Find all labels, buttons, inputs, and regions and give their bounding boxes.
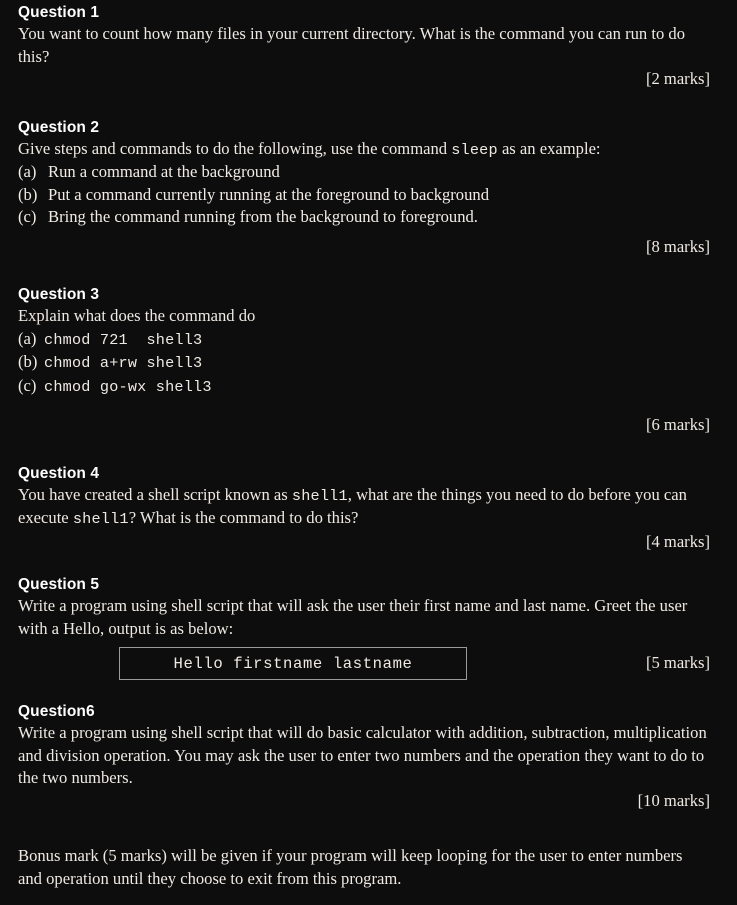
question-2-item-c: (c) Bring the command running from the b… — [18, 206, 710, 229]
spacer-q4-q5 — [0, 553, 737, 575]
question-3-block: Question 3 Explain what does the command… — [0, 285, 737, 398]
item-label: (a) — [18, 162, 37, 181]
exam-paper: Question 1 You want to count how many fi… — [0, 0, 737, 905]
question-6-heading: Question6 — [18, 703, 95, 720]
question-4-code-2: shell1 — [72, 510, 129, 528]
question-4-body: You have created a shell script known as… — [18, 484, 710, 531]
item-text: Bring the command running from the backg… — [48, 207, 478, 226]
item-label: (c) — [18, 207, 37, 226]
item-code: chmod go-wx shell3 — [44, 377, 212, 396]
bonus-block: Bonus mark (5 marks) will be given if yo… — [0, 845, 737, 890]
question-4-part3: ? What is the command to do this? — [128, 508, 359, 527]
spacer-q1-q2 — [0, 91, 737, 118]
question-5-heading: Question 5 — [18, 576, 100, 593]
spacer-q2-q3 — [0, 258, 737, 285]
question-5-body: Write a program using shell script that … — [18, 596, 688, 638]
question-1-heading: Question 1 — [18, 4, 100, 21]
question-1-body: You want to count how many files in your… — [18, 24, 685, 66]
question-4-heading: Question 4 — [18, 464, 100, 482]
item-label: (c) — [18, 375, 37, 395]
question-3-marks: [6 marks] — [645, 415, 710, 434]
item-label: (b) — [18, 352, 38, 371]
spacer-q5-q6 — [0, 680, 737, 702]
spacer-q2-marks — [0, 229, 737, 236]
spacer-q3-q4 — [0, 437, 737, 464]
question-2-marks: [8 marks] — [645, 236, 710, 256]
question-4-code-1: shell1 — [291, 486, 348, 505]
question-4-marks: [4 marks] — [645, 531, 710, 551]
question-4-block: Question 4 You have created a shell scri… — [0, 464, 737, 531]
question-2-item-b: (b) Put a command currently running at t… — [18, 184, 710, 207]
question-2-intro-before: Give steps and commands to do the follow… — [18, 138, 452, 158]
question-1-marks: [2 marks] — [645, 69, 710, 88]
question-2-block: Question 2 Give steps and commands to do… — [0, 118, 737, 229]
question-4-part1: You have created a shell script known as — [18, 484, 292, 504]
question-5-block: Question 5 Write a program using shell s… — [0, 575, 737, 640]
spacer-q5-box — [0, 640, 737, 647]
item-text: Put a command currently running at the f… — [48, 184, 489, 204]
question-2-intro-after: as an example: — [497, 138, 601, 158]
item-label: (a) — [18, 328, 37, 348]
question-2-item-a: (a) Run a command at the background — [18, 161, 710, 184]
question-3-item-b: (b) chmod a+rw shell3 — [18, 351, 710, 375]
question-5-output-row: Hello firstname lastname [5 marks] — [0, 647, 737, 680]
question-3-item-a: (a) chmod 721 shell3 — [18, 328, 710, 352]
item-text: Run a command at the background — [48, 162, 280, 181]
bonus-text: Bonus mark (5 marks) will be given if yo… — [18, 846, 683, 888]
spacer-q6-bonus — [0, 812, 737, 845]
question-1-block: Question 1 You want to count how many fi… — [0, 3, 737, 68]
question-3-heading: Question 3 — [18, 286, 100, 303]
item-code: chmod a+rw shell3 — [44, 354, 203, 372]
item-code: chmod 721 shell3 — [44, 330, 203, 349]
question-3-body: Explain what does the command do — [18, 306, 256, 325]
question-6-block: Question6 Write a program using shell sc… — [0, 702, 737, 790]
item-label: (b) — [18, 184, 38, 204]
spacer-q3-marks — [0, 398, 737, 414]
question-5-output-text: Hello firstname lastname — [173, 654, 413, 673]
question-2-intro: Give steps and commands to do the follow… — [18, 138, 710, 162]
question-2-intro-code: sleep — [451, 140, 498, 159]
question-5-output-box: Hello firstname lastname — [119, 647, 467, 680]
question-2-heading: Question 2 — [18, 118, 100, 136]
question-5-marks: [5 marks] — [645, 653, 710, 673]
question-6-marks: [10 marks] — [637, 790, 710, 810]
question-6-body: Write a program using shell script that … — [18, 723, 707, 787]
question-3-item-c: (c) chmod go-wx shell3 — [18, 375, 710, 399]
